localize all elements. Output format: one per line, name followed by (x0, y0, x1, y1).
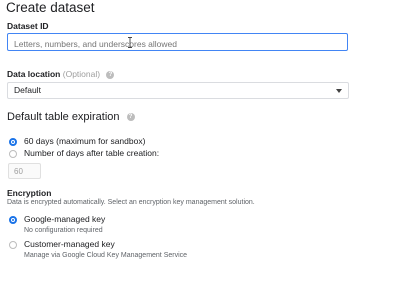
days-input[interactable]: 60 (8, 163, 41, 179)
radio-60-days[interactable] (9, 138, 17, 146)
table-expiration-heading: Default table expiration ? (7, 111, 135, 123)
optional-tag: (Optional) (62, 69, 101, 79)
table-expiration-title: Default table expiration (7, 111, 120, 123)
radio-number-of-days[interactable] (9, 150, 17, 158)
data-location-selected: Default (14, 85, 41, 95)
help-icon[interactable]: ? (126, 113, 135, 122)
data-location-label-text: Data location (7, 69, 61, 79)
radio-customer-managed-key[interactable] (9, 241, 17, 249)
help-icon[interactable]: ? (106, 70, 115, 79)
dataset-id-input[interactable] (8, 36, 347, 52)
radio-google-managed-key[interactable] (9, 216, 17, 224)
data-location-select[interactable]: Default (7, 82, 349, 99)
text-cursor-icon (128, 37, 132, 48)
radio-60-days-label[interactable]: 60 days (maximum for sandbox) (24, 136, 145, 146)
radio-number-of-days-label[interactable]: Number of days after table creation: (24, 148, 159, 158)
google-managed-key-sublabel: No configuration required (24, 227, 103, 234)
google-managed-key-label[interactable]: Google-managed key (24, 214, 105, 224)
dataset-id-label: Dataset ID (7, 21, 49, 31)
days-value: 60 (14, 167, 23, 176)
customer-managed-key-sublabel: Manage via Google Cloud Key Management S… (24, 252, 188, 259)
page-title: Create dataset (6, 0, 95, 15)
dataset-id-field[interactable] (7, 33, 348, 52)
data-location-label: Data location (Optional) ? (7, 69, 115, 79)
encryption-heading: Encryption (7, 188, 52, 198)
customer-managed-key-label[interactable]: Customer-managed key (24, 239, 115, 249)
dropdown-arrow-icon (336, 89, 342, 93)
encryption-description: Data is encrypted automatically. Select … (7, 199, 255, 206)
